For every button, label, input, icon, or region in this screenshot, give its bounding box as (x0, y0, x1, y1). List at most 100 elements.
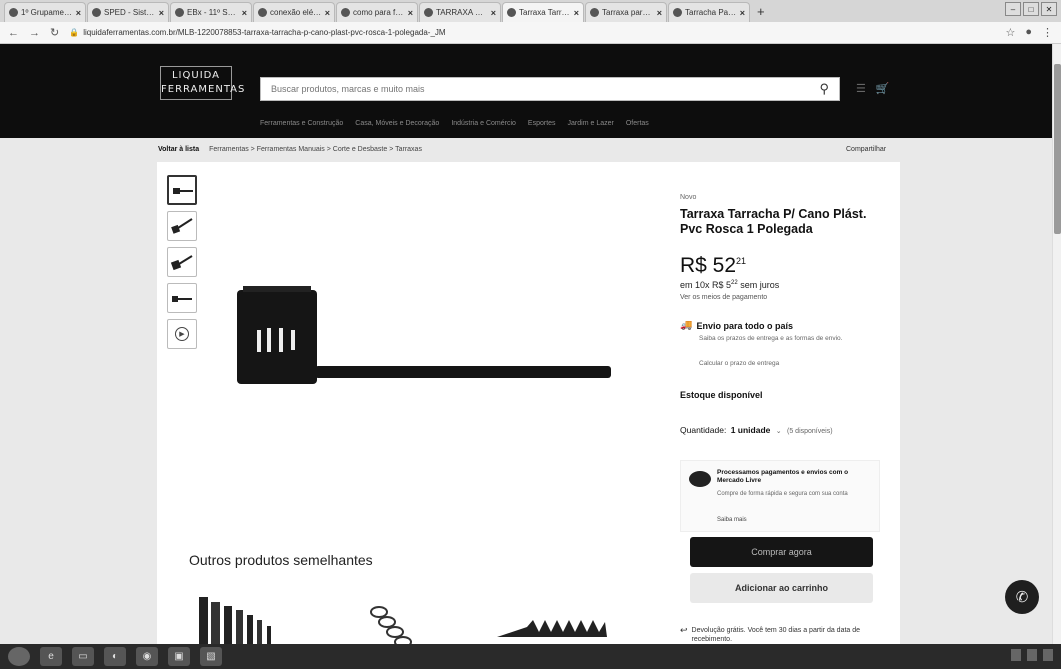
quantity-available: (5 disponíveis) (787, 428, 833, 435)
system-tray (1011, 649, 1053, 661)
category-link[interactable]: Ferramentas e Construção (260, 120, 343, 127)
shipping-subtitle: Saiba os prazos de entrega e as formas d… (699, 335, 843, 342)
quantity-selector[interactable]: Quantidade: 1 unidade ⌄ (5 disponíveis) (680, 425, 833, 435)
tab-favicon-icon (341, 8, 350, 17)
new-tab-button[interactable]: + (757, 4, 765, 19)
browser-tab[interactable]: 1º Grupamento de× (4, 2, 86, 22)
search-icon[interactable]: ⚲ (819, 81, 829, 97)
tab-title: EBx - 11º SEGI (187, 8, 239, 17)
site-logo[interactable]: LIQUIDA FERRAMENTAS (160, 66, 246, 100)
tab-close-icon[interactable]: × (408, 8, 413, 18)
category-link[interactable]: Casa, Móveis e Decoração (355, 120, 439, 127)
thumbnail-1[interactable] (167, 175, 197, 205)
back-to-list-link[interactable]: Voltar à lista (158, 146, 199, 153)
handshake-logo-icon (689, 471, 711, 487)
start-button[interactable] (8, 647, 30, 666)
installments: em 10x R$ 522 sem juros (680, 280, 779, 290)
category-link[interactable]: Jardim e Lazer (568, 120, 614, 127)
price-cents: 21 (736, 256, 747, 266)
product-card: ▶ Outros produtos semelhantes Novo Tarra… (157, 162, 900, 669)
payment-methods-link[interactable]: Ver os meios de pagamento (680, 294, 767, 301)
thumbnail-2[interactable] (167, 211, 197, 241)
tab-close-icon[interactable]: × (325, 8, 330, 18)
tray-icon-2[interactable] (1027, 649, 1037, 661)
tab-close-icon[interactable]: × (491, 8, 496, 18)
shipping-calc-link[interactable]: Calcular o prazo de entrega (699, 360, 779, 367)
thumbnail-4[interactable] (167, 283, 197, 313)
tab-close-icon[interactable]: × (574, 8, 579, 18)
category-link[interactable]: Ofertas (626, 120, 649, 127)
similar-products-images[interactable] (197, 592, 637, 652)
tab-close-icon[interactable]: × (159, 8, 164, 18)
media-icon[interactable]: ◐ (104, 647, 126, 666)
tab-close-icon[interactable]: × (657, 8, 662, 18)
category-link[interactable]: Esportes (528, 120, 556, 127)
browser-tab-bar: 1º Grupamento de×SPED - Sistema de×EBx -… (0, 0, 1061, 22)
menu-icon[interactable]: ☰ (856, 82, 866, 95)
tab-close-icon[interactable]: × (740, 8, 745, 18)
whatsapp-icon[interactable]: ✆ (1005, 580, 1039, 614)
forward-arrow-icon[interactable]: → (29, 27, 40, 39)
search-input[interactable] (271, 84, 820, 94)
tray-icon-3[interactable] (1043, 649, 1053, 661)
installments-prefix: em 10x (680, 280, 710, 290)
add-to-cart-button[interactable]: Adicionar ao carrinho (690, 573, 873, 603)
price: R$ 5221 (680, 254, 746, 278)
browser-tab[interactable]: como para ferrame× (336, 2, 418, 22)
tab-close-icon[interactable]: × (242, 8, 247, 18)
explorer-icon[interactable]: ▭ (72, 647, 94, 666)
ie-icon[interactable]: e (40, 647, 62, 666)
mp-info-title: Processamos pagamentos e envios com o Me… (717, 469, 849, 484)
tab-favicon-icon (590, 8, 599, 17)
menu-dots-icon[interactable]: ⋮ (1042, 26, 1053, 39)
url-field[interactable]: 🔒 liquidaferramentas.com.br/MLB-122007885… (69, 28, 1005, 37)
mp-learn-more-link[interactable]: Saiba mais (717, 517, 747, 523)
tab-title: 1º Grupamento de (21, 8, 73, 17)
product-main-image[interactable] (229, 282, 619, 392)
tab-favicon-icon (507, 8, 516, 17)
browser-tab[interactable]: conexão elétrica× (253, 2, 335, 22)
tab-favicon-icon (9, 8, 18, 17)
tab-favicon-icon (92, 8, 101, 17)
thumbnail-3[interactable] (167, 247, 197, 277)
scrollbar-thumb[interactable] (1054, 64, 1061, 234)
minimize-button[interactable]: – (1005, 2, 1021, 16)
share-link[interactable]: Compartilhar (846, 146, 886, 153)
browser-tab[interactable]: Tarraxa Tarracha× (502, 2, 584, 22)
browser-tab[interactable]: SPED - Sistema de× (87, 2, 169, 22)
shipping-title-text: Envio para todo o país (696, 320, 793, 331)
browser-tab[interactable]: Tarraxa para Tubo× (585, 2, 667, 22)
thumbnail-list: ▶ (167, 175, 197, 349)
condition-label: Novo (680, 194, 697, 201)
bookmark-star-icon[interactable]: ☆ (1005, 26, 1015, 39)
window-controls: – □ ✕ (1005, 2, 1057, 16)
browser-tab[interactable]: Tarracha Para Cano× (668, 2, 750, 22)
maximize-button[interactable]: □ (1023, 2, 1039, 16)
back-arrow-icon[interactable]: ← (8, 27, 19, 39)
profile-icon[interactable]: ● (1025, 26, 1032, 39)
chrome-icon[interactable]: ◉ (136, 647, 158, 666)
search-bar: ⚲ (260, 77, 840, 101)
stock-label: Estoque disponível (680, 390, 763, 400)
logo-line-2: FERRAMENTAS (161, 84, 246, 95)
reload-icon[interactable]: ↻ (50, 26, 59, 39)
category-link[interactable]: Indústria e Comércio (451, 120, 516, 127)
browser-tab[interactable]: EBx - 11º SEGI × (170, 2, 252, 22)
installments-value: R$ 5 (712, 280, 732, 290)
app-icon[interactable]: ▣ (168, 647, 190, 666)
chevron-down-icon: ⌄ (775, 428, 782, 435)
thumbnail-video[interactable]: ▶ (167, 319, 197, 349)
cart-icon[interactable]: 🛒 (876, 82, 890, 95)
scrollbar[interactable] (1052, 44, 1061, 644)
tab-favicon-icon (673, 8, 682, 17)
paint-icon[interactable]: ▧ (200, 647, 222, 666)
breadcrumb: Voltar à lista Ferramentas > Ferramentas… (158, 146, 422, 153)
buy-now-button[interactable]: Comprar agora (690, 537, 873, 567)
tab-close-icon[interactable]: × (76, 8, 81, 18)
browser-tab[interactable]: TARRAXA COMBI× (419, 2, 501, 22)
breadcrumb-path[interactable]: Ferramentas > Ferramentas Manuais > Cort… (209, 146, 422, 153)
quantity-value: 1 unidade (730, 425, 771, 435)
tab-title: Tarraxa Tarracha (519, 8, 571, 17)
close-window-button[interactable]: ✕ (1041, 2, 1057, 16)
tray-icon-1[interactable] (1011, 649, 1021, 661)
